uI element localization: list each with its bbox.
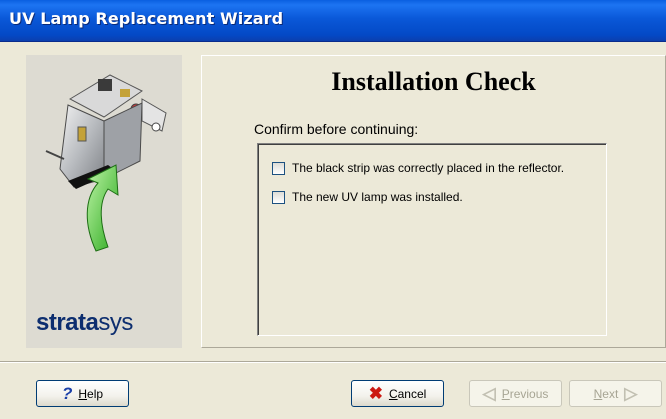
uv-lamp-reflector-illustration <box>45 74 167 252</box>
next-button[interactable]: Next ▷ <box>569 380 662 407</box>
help-button[interactable]: ? Help <box>36 380 129 407</box>
black-strip-check-label: The black strip was correctly placed in … <box>292 161 565 175</box>
content-panel: Installation Check Confirm before contin… <box>201 55 666 348</box>
uv-lamp-installed-checkbox[interactable] <box>272 190 285 204</box>
page-title: Installation Check <box>331 67 536 96</box>
cancel-button-label: Cancel <box>388 386 427 401</box>
window-title: UV Lamp Replacement Wizard <box>9 9 284 28</box>
black-strip-check[interactable]: The black strip was correctly placed in … <box>272 161 564 175</box>
cancel-x-icon: ✖ <box>368 383 383 403</box>
black-strip-checkbox[interactable] <box>272 161 285 175</box>
previous-button[interactable]: ◁ Previous <box>469 380 562 407</box>
previous-button-label: Previous <box>501 386 549 401</box>
button-separator <box>0 361 666 363</box>
uv-lamp-installed-check-label: The new UV lamp was installed. <box>292 190 463 204</box>
cancel-button[interactable]: ✖ Cancel <box>351 380 444 407</box>
next-button-label: Next <box>593 386 619 401</box>
left-image-panel: stratasys <box>26 55 182 348</box>
arrow-left-icon: ◁ <box>482 383 496 403</box>
uv-lamp-installed-check[interactable]: The new UV lamp was installed. <box>272 190 463 204</box>
stratasys-logo: stratasys <box>36 309 133 336</box>
wizard-window: UV Lamp Replacement Wizard stratasys Ins… <box>0 0 666 419</box>
arrow-right-icon: ▷ <box>624 383 638 403</box>
help-icon: ? <box>61 383 73 403</box>
help-button-label: Help <box>78 386 104 401</box>
confirm-prompt: Confirm before continuing: <box>254 121 419 137</box>
checklist-frame: The black strip was correctly placed in … <box>257 143 607 336</box>
title-bar[interactable]: UV Lamp Replacement Wizard <box>0 0 666 42</box>
